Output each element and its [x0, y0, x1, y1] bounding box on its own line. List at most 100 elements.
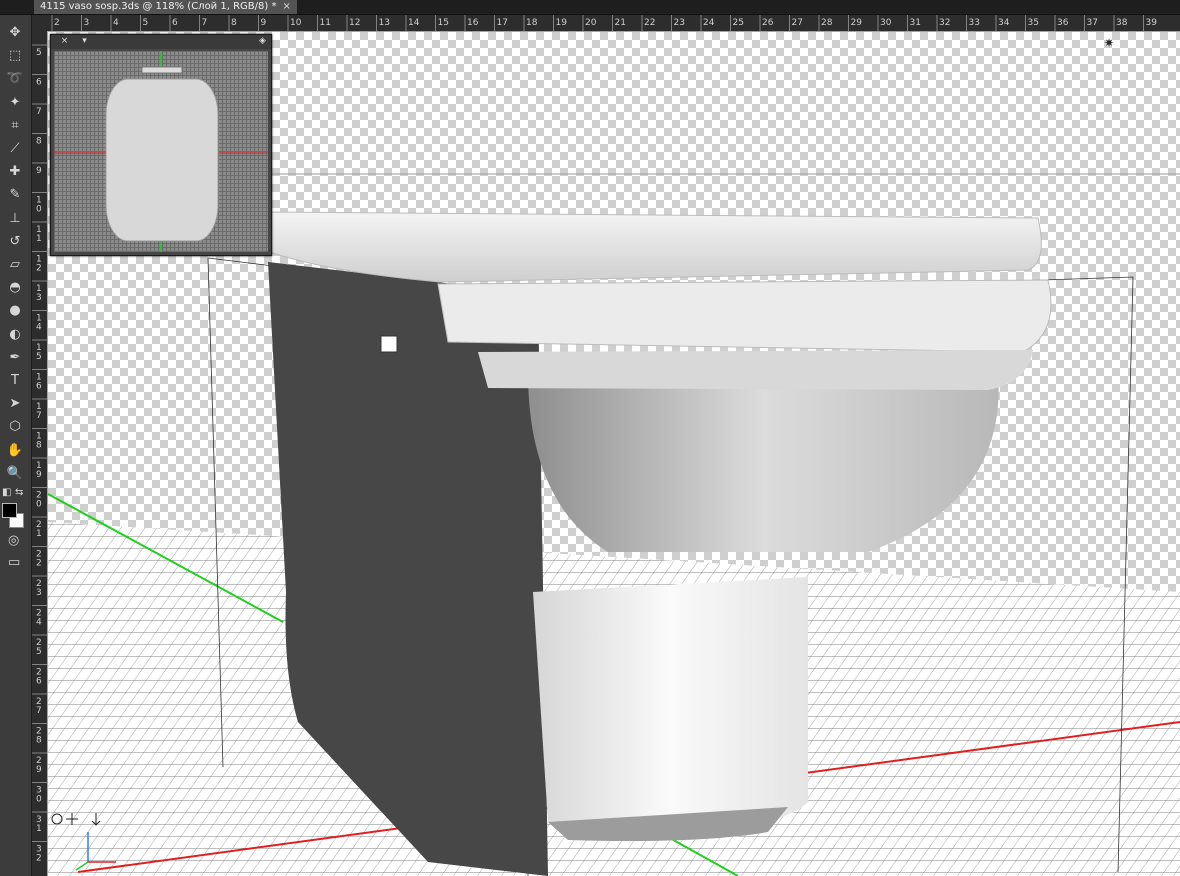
toilet-lid [269, 211, 1042, 283]
default-colors-icon[interactable]: ◧ [2, 487, 11, 498]
ruler-tick-label: 39 [1146, 18, 1158, 28]
quick-mask-icon[interactable]: ◎ [8, 533, 19, 548]
lasso-tool-icon[interactable]: ➰ [2, 69, 28, 89]
path-selection-tool-icon[interactable]: ➤ [2, 394, 28, 414]
crop-tool-icon[interactable]: ⌗ [2, 116, 28, 136]
ruler-tick-label: 23 [674, 18, 685, 28]
ruler-tick-label: 19 [556, 18, 568, 28]
ruler-tick-label: 14 [408, 18, 420, 28]
brush-tool-icon[interactable]: ✎ [2, 185, 28, 205]
top-view-viewport[interactable] [54, 51, 268, 252]
clone-stamp-tool-icon[interactable]: ⊥ [2, 209, 28, 229]
swap-colors-icon[interactable]: ⇆ [15, 487, 23, 498]
ruler-tick-label: 35 [1028, 18, 1039, 28]
ruler-tick-label: 3 [36, 588, 42, 598]
screen-mode-icon[interactable]: ▭ [8, 555, 20, 570]
ruler-tick-label: 9 [36, 166, 42, 176]
ruler-tick-label: 21 [615, 18, 626, 28]
document-tab-bar: 4115 vaso sosp.3ds @ 118% (Слой 1, RGB/8… [0, 0, 1180, 15]
ruler-tick-label: 1 [36, 824, 42, 834]
ruler-tick-label: 9 [36, 765, 42, 775]
eraser-tool-icon[interactable]: ▱ [2, 255, 28, 275]
close-icon[interactable]: × [59, 36, 70, 47]
3d-object-widget-icon[interactable] [380, 335, 398, 353]
ruler-tick-label: 9 [261, 18, 267, 28]
ruler-tick-label: 36 [1057, 18, 1069, 28]
toilet-rim [478, 350, 1033, 390]
ruler-tick-label: 28 [821, 18, 833, 28]
close-icon[interactable]: × [282, 1, 290, 12]
light-icon[interactable]: ✷ [1102, 36, 1116, 50]
ruler-tick-label: 2 [36, 264, 42, 274]
ruler-tick-label: 8 [36, 441, 42, 451]
ruler-tick-label: 13 [379, 18, 390, 28]
ruler-tick-label: 7 [36, 411, 42, 421]
ruler-tick-label: 33 [969, 18, 980, 28]
ruler-tick-label: 32 [939, 18, 950, 28]
history-brush-tool-icon[interactable]: ↺ [2, 232, 28, 252]
ruler-tick-label: 17 [497, 18, 508, 28]
ruler-tick-label: 4 [36, 618, 42, 628]
ruler-tick-label: 0 [36, 205, 42, 215]
ruler-tick-label: 5 [36, 48, 42, 58]
ruler-tick-label: 4 [113, 18, 119, 28]
toilet-pedestal [533, 577, 808, 832]
ruler-tick-label: 2 [36, 559, 42, 569]
ruler-tick-label: 31 [910, 18, 921, 28]
ruler-tick-label: 37 [1087, 18, 1098, 28]
ruler-tick-label: 38 [1116, 18, 1128, 28]
hand-tool-icon[interactable]: ✋ [2, 441, 28, 461]
pen-tool-icon[interactable]: ✒ [2, 348, 28, 368]
ruler-top[interactable]: 2 3 4 5 6 7 8 9 10 11 12 13 14 15 16 17 18 19 20 21 22 23 24 25… [48, 15, 1180, 32]
panel-header: × ▾ ◈ [51, 35, 271, 49]
eyedropper-tool-icon[interactable]: ⟋ [2, 139, 28, 159]
ruler-tick-label: 8 [231, 18, 237, 28]
ruler-tick-label: 8 [36, 137, 42, 147]
ruler-tick-label: 12 [349, 18, 360, 28]
ruler-tick-label: 6 [36, 677, 42, 687]
top-view-drawing [54, 51, 268, 252]
document-tab-title: 4115 vaso sosp.3ds @ 118% (Слой 1, RGB/8… [40, 1, 277, 12]
type-tool-icon[interactable]: T [2, 371, 28, 391]
foreground-color-swatch[interactable] [2, 503, 17, 518]
ruler-tick-label: 18 [526, 18, 538, 28]
ruler-tick-label: 22 [644, 18, 655, 28]
ruler-tick-label: 9 [36, 470, 42, 480]
ruler-tick-label: 25 [733, 18, 744, 28]
ruler-tick-label: 27 [792, 18, 803, 28]
ruler-tick-label: 26 [762, 18, 774, 28]
ruler-tick-label: 8 [36, 736, 42, 746]
blur-tool-icon[interactable]: ● [2, 301, 28, 321]
dodge-tool-icon[interactable]: ◐ [2, 325, 28, 345]
ruler-tick-label: 20 [585, 18, 597, 28]
ruler-left[interactable]: 5678910111213141516171819202122232425262… [32, 31, 48, 876]
marquee-tool-icon[interactable]: ⬚ [2, 46, 28, 66]
move-tool-icon[interactable]: ✥ [2, 23, 28, 43]
zoom-tool-icon[interactable]: 🔍 [2, 464, 28, 484]
ruler-tick-label: 5 [143, 18, 149, 28]
ruler-corner [32, 15, 48, 31]
ruler-tick-label: 34 [998, 18, 1010, 28]
ruler-tick-label: 30 [880, 18, 892, 28]
magic-wand-tool-icon[interactable]: ✦ [2, 93, 28, 113]
shape-tool-icon[interactable]: ⬡ [2, 417, 28, 437]
toilet-bowl [528, 372, 999, 552]
document-tab[interactable]: 4115 vaso sosp.3ds @ 118% (Слой 1, RGB/8… [34, 0, 297, 14]
ruler-tick-label: 16 [467, 18, 479, 28]
ruler-tick-label: 2 [54, 18, 60, 28]
healing-brush-tool-icon[interactable]: ✚ [2, 162, 28, 182]
ruler-tick-label: 3 [36, 293, 42, 303]
ruler-tick-label: 24 [703, 18, 715, 28]
tools-panel: ✥ ⬚ ➰ ✦ ⌗ ⟋ ✚ ✎ ⊥ ↺ ▱ ◓ ● ◐ ✒ T ➤ ⬡ ✋ 🔍 ◧ ⇆ ◎ ▭ [0, 15, 32, 876]
paint-bucket-tool-icon[interactable]: ◓ [2, 278, 28, 298]
ruler-tick-label: 7 [36, 706, 42, 716]
ruler-tick-label: 1 [36, 529, 42, 539]
ruler-tick-label: 11 [320, 18, 331, 28]
ruler-tick-label: 5 [36, 352, 42, 362]
ruler-tick-label: 6 [172, 18, 178, 28]
collapse-icon[interactable]: ◈ [257, 36, 268, 47]
ruler-tick-label: 29 [851, 18, 863, 28]
ruler-tick-label: 10 [290, 18, 302, 28]
3d-secondary-view-panel: × ▾ ◈ [50, 34, 272, 256]
view-menu-icon[interactable]: ▾ [79, 36, 90, 47]
